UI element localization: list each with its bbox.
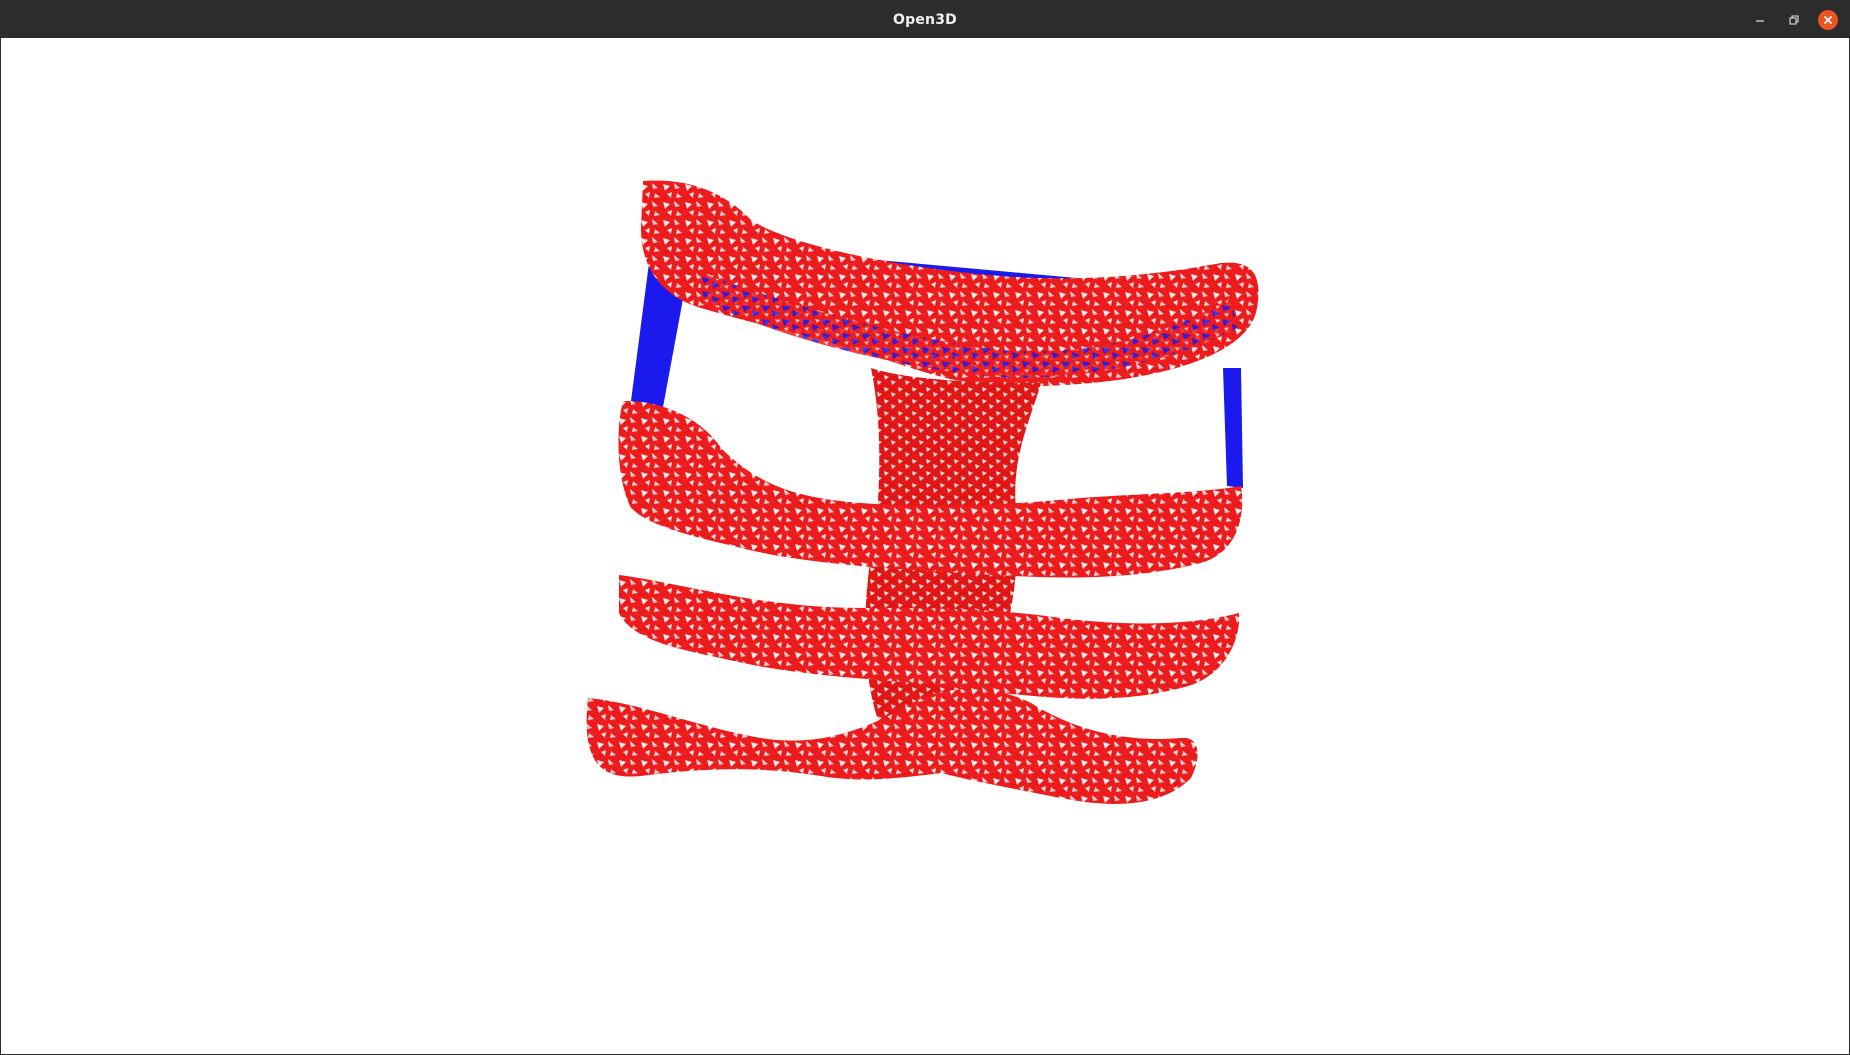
restore-button[interactable]	[1781, 7, 1807, 33]
close-button-circle	[1818, 9, 1838, 30]
top-mesh-band	[641, 180, 1259, 387]
window-controls	[1747, 1, 1841, 38]
minimize-button[interactable]	[1747, 7, 1773, 33]
close-button[interactable]	[1815, 7, 1841, 33]
3d-viewport[interactable]	[1, 38, 1849, 1054]
close-icon	[1823, 15, 1833, 24]
restore-icon	[1789, 14, 1799, 25]
window-title: Open3D	[893, 11, 957, 28]
open3d-window: Open3D	[0, 0, 1850, 1055]
title-bar[interactable]: Open3D	[1, 1, 1849, 38]
minimize-icon	[1756, 19, 1764, 22]
mesh-render	[586, 180, 1259, 804]
